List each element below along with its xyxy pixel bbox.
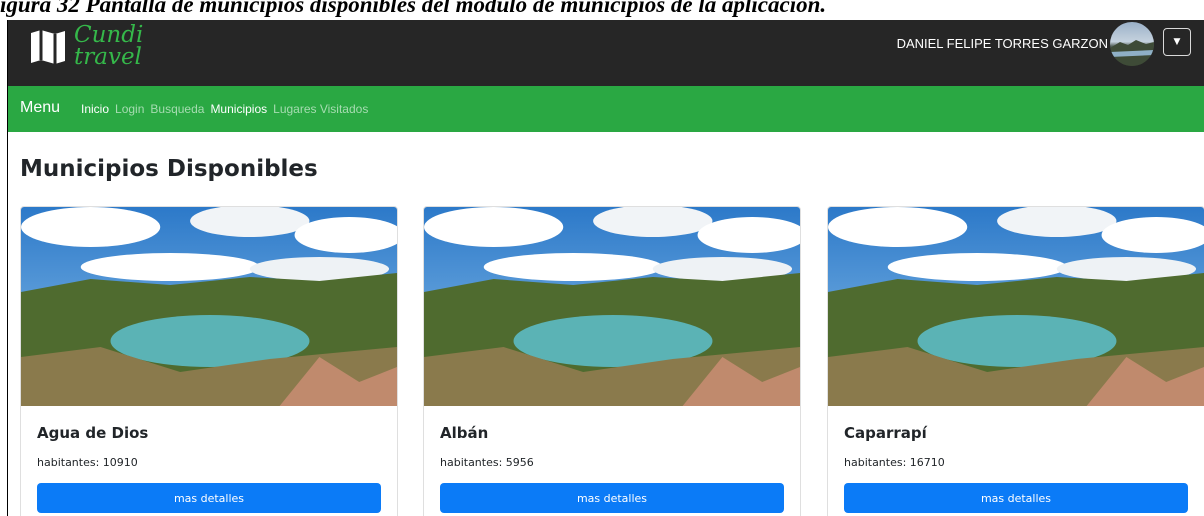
user-name: DANIEL FELIPE TORRES GARZON xyxy=(896,36,1108,51)
top-navbar: Cundi travel DANIEL FELIPE TORRES GARZON… xyxy=(8,20,1204,86)
avatar[interactable] xyxy=(1110,22,1154,66)
details-button[interactable]: mas detalles xyxy=(844,483,1188,513)
card-title: Caparrapí xyxy=(844,424,927,442)
logo-text-line1: Cundi xyxy=(74,22,144,48)
municipio-image xyxy=(424,207,800,406)
document-caption: igura 32 Pantalla de municipios disponib… xyxy=(0,0,827,17)
menu-item-inicio[interactable]: Inicio xyxy=(81,102,109,116)
card-title: Albán xyxy=(440,424,489,442)
card-habitantes: habitantes: 10910 xyxy=(37,456,138,469)
menu-title: Menu xyxy=(20,99,61,116)
details-button[interactable]: mas detalles xyxy=(440,483,784,513)
logo-text-line2: travel xyxy=(74,44,142,70)
menu-item-lugares-visitados[interactable]: Lugares Visitados xyxy=(273,102,368,116)
card-habitantes: habitantes: 16710 xyxy=(844,456,945,469)
caret-down-icon: ▼ xyxy=(1173,37,1181,47)
app-logo[interactable]: Cundi travel xyxy=(28,22,144,70)
menu-links: Inicio Login Busqueda Municipios Lugares… xyxy=(81,102,374,116)
municipio-image xyxy=(828,207,1204,406)
municipio-card: Caparrapí habitantes: 16710 mas detalles xyxy=(827,206,1204,516)
map-icon xyxy=(31,30,65,64)
municipio-image xyxy=(21,207,397,406)
card-title: Agua de Dios xyxy=(37,424,149,442)
details-button[interactable]: mas detalles xyxy=(37,483,381,513)
menu-item-busqueda[interactable]: Busqueda xyxy=(150,102,204,116)
menu-item-login[interactable]: Login xyxy=(115,102,144,116)
mountain-landscape-icon xyxy=(1110,40,1154,66)
municipio-card: Agua de Dios habitantes: 10910 mas detal… xyxy=(20,206,398,516)
menu-item-municipios[interactable]: Municipios xyxy=(210,102,267,116)
app-window: Cundi travel DANIEL FELIPE TORRES GARZON… xyxy=(7,20,1204,516)
page-title: Municipios Disponibles xyxy=(20,156,318,182)
card-habitantes: habitantes: 5956 xyxy=(440,456,534,469)
menu-bar: Menu Inicio Login Busqueda Municipios Lu… xyxy=(8,86,1204,132)
municipio-card: Albán habitantes: 5956 mas detalles xyxy=(423,206,801,516)
logo-text: Cundi travel xyxy=(74,22,144,70)
user-dropdown-button[interactable]: ▼ xyxy=(1163,28,1191,56)
